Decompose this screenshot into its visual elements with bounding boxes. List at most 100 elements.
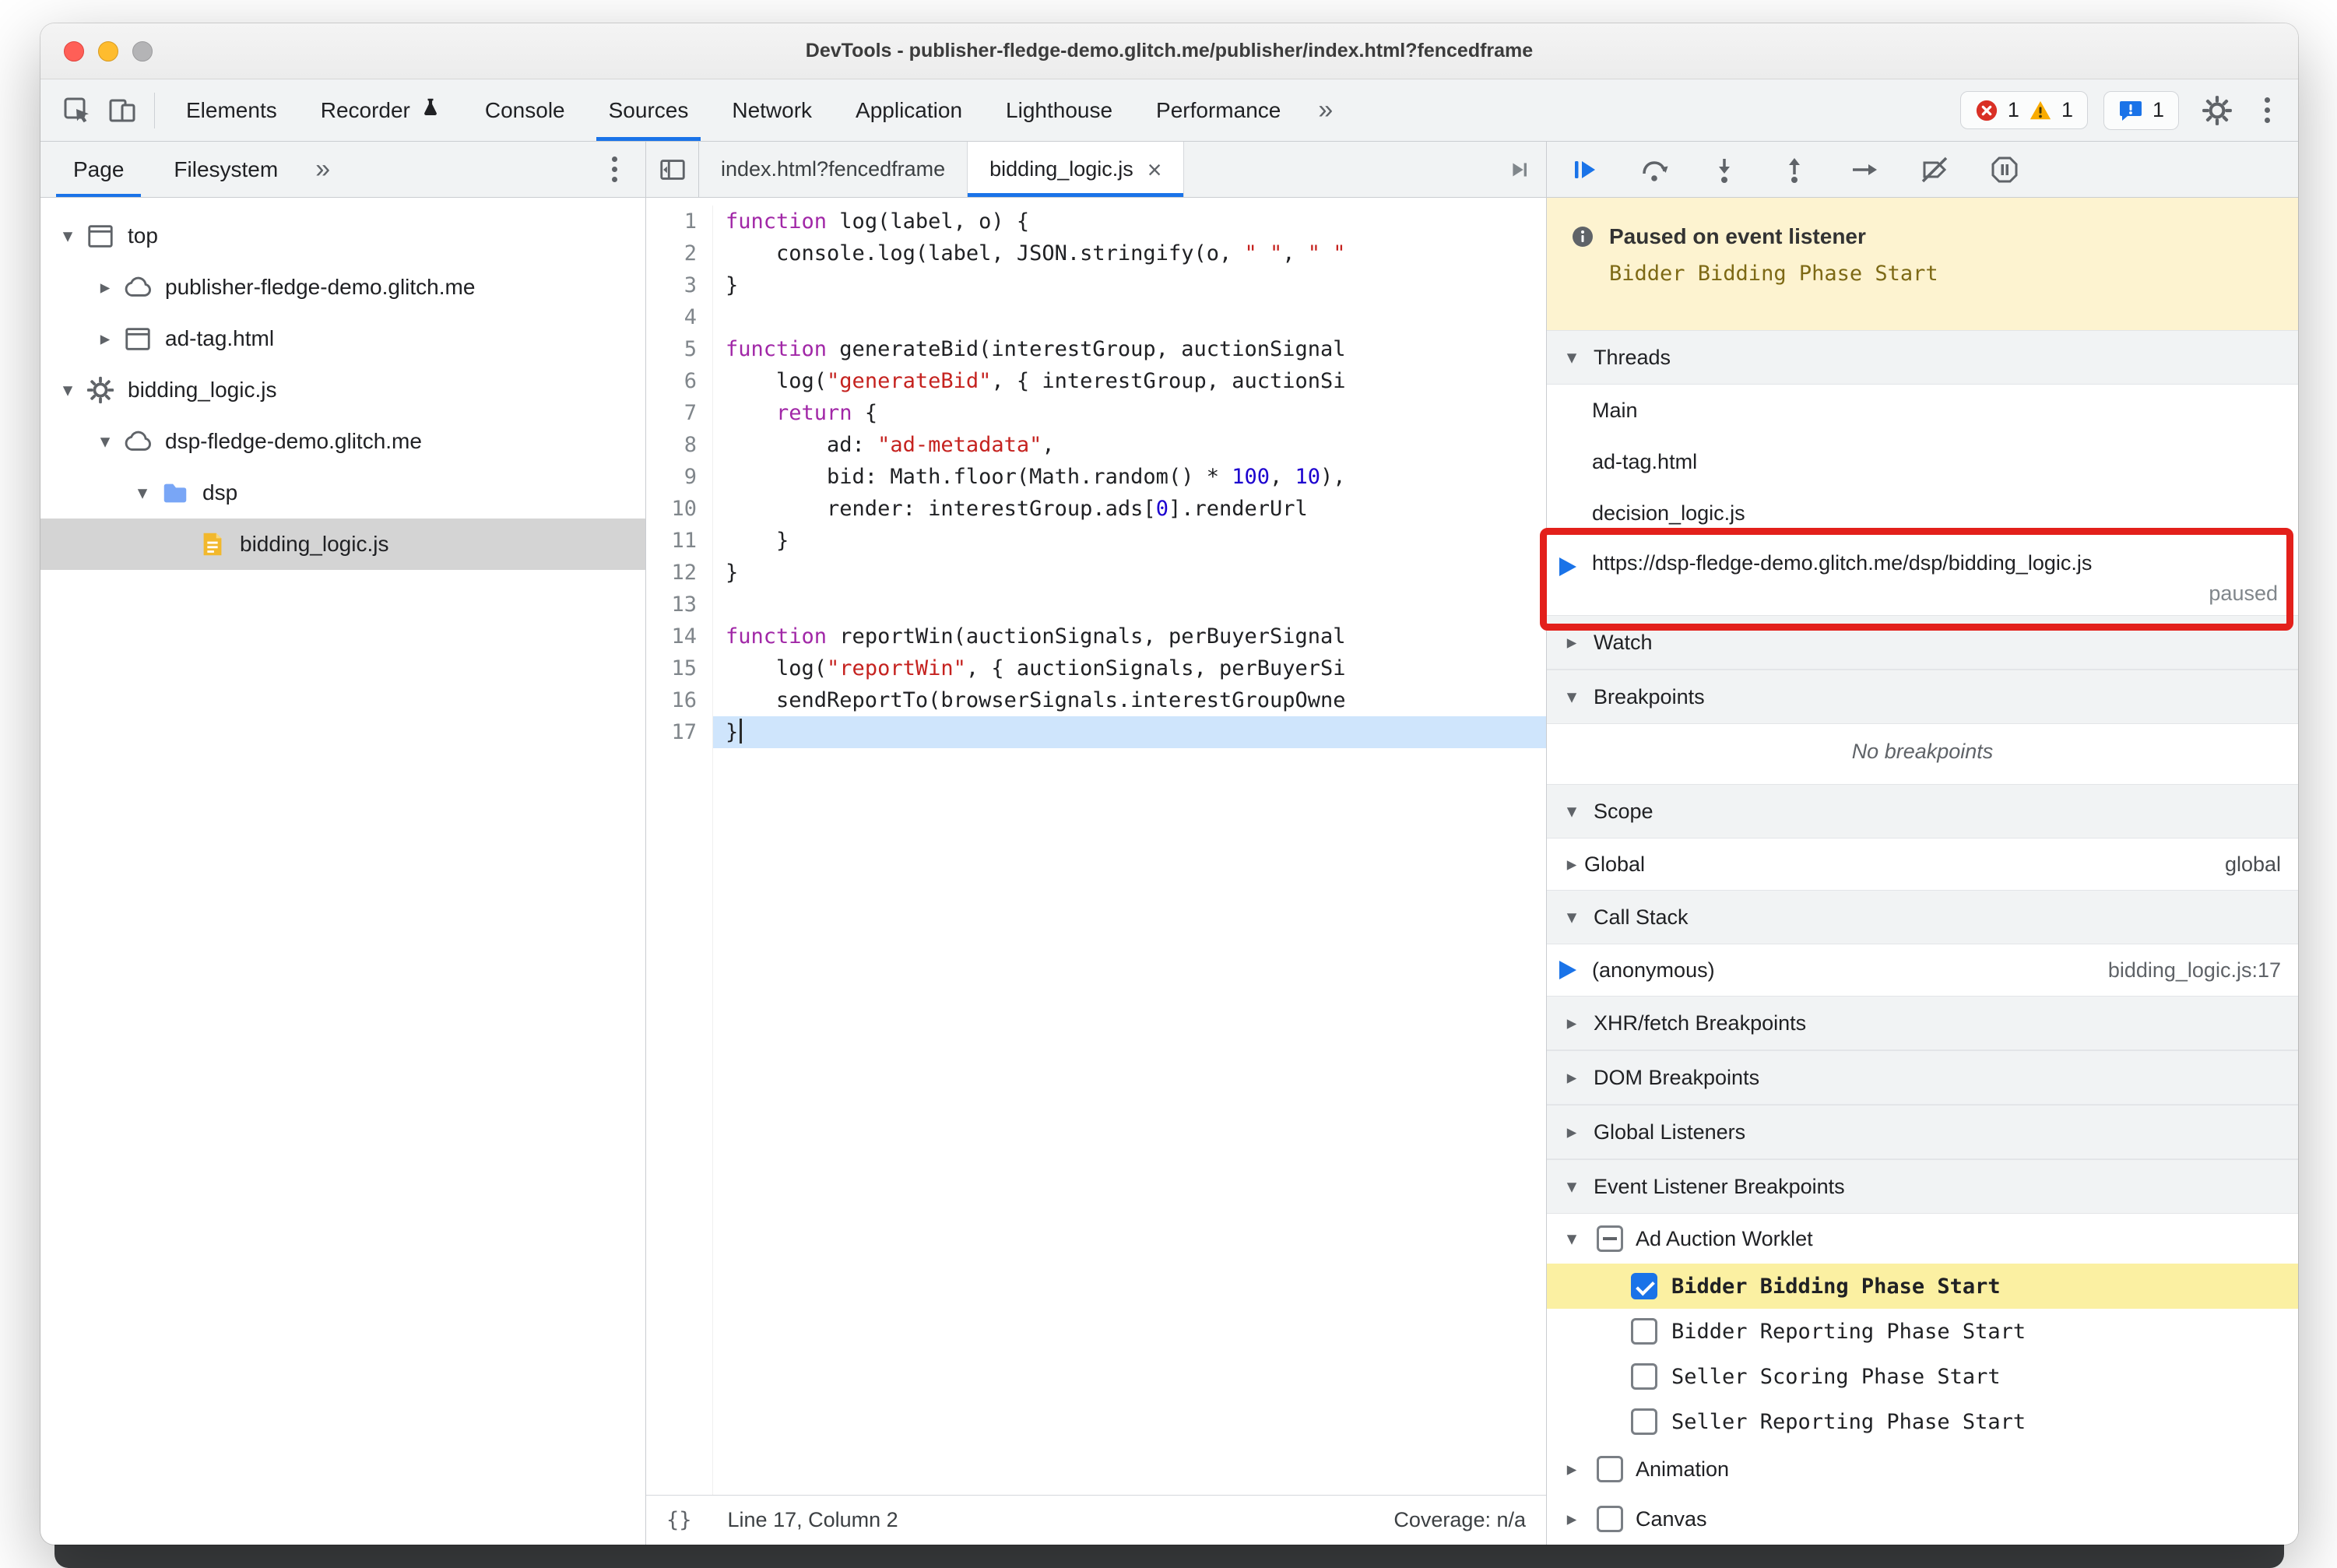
checkbox-seller-scoring-phase-start[interactable]	[1631, 1363, 1657, 1390]
code-line[interactable]: return {	[713, 397, 1546, 429]
code-line[interactable]: function reportWin(auctionSignals, perBu…	[713, 621, 1546, 652]
deactivate-breakpoints-button[interactable]	[1919, 154, 1950, 185]
code-line[interactable]: }	[713, 269, 1546, 301]
checkbox-seller-reporting-phase-start[interactable]	[1631, 1408, 1657, 1435]
navigator-tab-page[interactable]: Page	[48, 142, 149, 197]
step-into-button[interactable]	[1709, 154, 1740, 185]
errors-warnings-badge[interactable]: 1 1	[1959, 91, 2088, 129]
elb-item-seller-reporting-phase-start[interactable]: Seller Reporting Phase Start	[1547, 1399, 2298, 1444]
elb-category-animation[interactable]: ▸ Animation	[1547, 1444, 2298, 1494]
issues-badge[interactable]: 1	[2103, 90, 2179, 130]
settings-gear-icon[interactable]	[2195, 88, 2240, 133]
section-header-call-stack[interactable]: ▾ Call Stack	[1547, 890, 2298, 944]
elb-category-ad-auction-worklet[interactable]: ▾ Ad Auction Worklet	[1547, 1214, 2298, 1264]
next-editor-tab-icon[interactable]	[1504, 142, 1546, 197]
disclosure-triangle[interactable]: ▾	[51, 224, 84, 248]
inspect-element-icon[interactable]	[54, 88, 100, 133]
thread-item-ad-tag-html[interactable]: ad-tag.html	[1547, 436, 2298, 487]
tree-item-ad-tag-html[interactable]: ▸ ad-tag.html	[40, 313, 645, 364]
tab-recorder[interactable]: Recorder	[299, 79, 463, 141]
elb-item-seller-scoring-phase-start[interactable]: Seller Scoring Phase Start	[1547, 1354, 2298, 1399]
code-token: , { auctionSignals, perBuyerSi	[965, 656, 1346, 680]
checkbox-bidder-reporting-phase-start[interactable]	[1631, 1318, 1657, 1345]
tab-performance[interactable]: Performance	[1134, 79, 1302, 141]
device-toolbar-icon[interactable]	[100, 88, 145, 133]
thread-item-current[interactable]: https://dsp-fledge-demo.glitch.me/dsp/bi…	[1547, 539, 2298, 615]
code-line[interactable]: ad: "ad-metadata",	[713, 429, 1546, 461]
tree-item-publisher-fledge-demo-glitch-me[interactable]: ▸ publisher-fledge-demo.glitch.me	[40, 262, 645, 313]
section-header-breakpoints[interactable]: ▾ Breakpoints	[1547, 670, 2298, 724]
minimize-window-button[interactable]	[98, 40, 118, 62]
code-line[interactable]: sendReportTo(browserSignals.interestGrou…	[713, 684, 1546, 716]
editor-tab-bidding-logic-js[interactable]: bidding_logic.js ×	[968, 142, 1185, 197]
disclosure-triangle[interactable]: ▸	[1559, 1507, 1584, 1531]
disclosure-triangle[interactable]: ▸	[1559, 1457, 1584, 1481]
disclosure-triangle[interactable]: ▸	[89, 327, 121, 350]
more-options-kebab-icon[interactable]	[2255, 97, 2279, 123]
tab-sources[interactable]: Sources	[587, 79, 711, 141]
code-line[interactable]: function log(label, o) {	[713, 206, 1546, 237]
section-header-global-listeners[interactable]: ▸ Global Listeners	[1547, 1105, 2298, 1159]
code-line[interactable]: }	[713, 716, 1546, 748]
hide-navigator-icon[interactable]	[646, 142, 699, 197]
code-line[interactable]: }	[713, 557, 1546, 589]
close-window-button[interactable]	[64, 40, 84, 62]
tree-item-top[interactable]: ▾ top	[40, 210, 645, 262]
tab-lighthouse[interactable]: Lighthouse	[984, 79, 1134, 141]
scope-row-global[interactable]: ▸ Global global	[1547, 838, 2298, 890]
elb-category-canvas[interactable]: ▸ Canvas	[1547, 1494, 2298, 1544]
elb-item-bidder-reporting-phase-start[interactable]: Bidder Reporting Phase Start	[1547, 1309, 2298, 1354]
code-line[interactable]: }	[713, 525, 1546, 557]
pretty-print-icon[interactable]: {}	[666, 1508, 692, 1532]
code-line[interactable]	[713, 301, 1546, 333]
disclosure-triangle[interactable]: ▾	[1559, 1227, 1584, 1250]
thread-item-decision-logic-js[interactable]: decision_logic.js	[1547, 487, 2298, 539]
more-panels-chevron[interactable]: »	[1302, 95, 1348, 125]
disclosure-triangle[interactable]: ▾	[89, 430, 121, 453]
elb-item-bidder-bidding-phase-start[interactable]: Bidder Bidding Phase Start	[1547, 1264, 2298, 1309]
disclosure-triangle[interactable]: ▾	[51, 378, 84, 402]
section-header-scope[interactable]: ▾ Scope	[1547, 784, 2298, 838]
code-line[interactable]: log("generateBid", { interestGroup, auct…	[713, 365, 1546, 397]
thread-item-main[interactable]: Main	[1547, 385, 2298, 436]
tab-console[interactable]: Console	[463, 79, 587, 141]
code-line[interactable]: render: interestGroup.ads[0].renderUrl	[713, 493, 1546, 525]
section-header-threads[interactable]: ▾ Threads	[1547, 330, 2298, 385]
code-line[interactable]	[713, 589, 1546, 621]
resume-script-button[interactable]	[1569, 154, 1600, 185]
step-button[interactable]	[1849, 154, 1880, 185]
code-line[interactable]: console.log(label, JSON.stringify(o, " "…	[713, 237, 1546, 269]
editor-tab-index-html-fencedframe[interactable]: index.html?fencedframe	[699, 142, 968, 197]
section-header-event-listener-breakpoints[interactable]: ▾ Event Listener Breakpoints	[1547, 1159, 2298, 1214]
code-editor[interactable]: 1 2 3 4 5 6 7 8 9 10 11 12 13 14 15 16 17 function log(l…	[646, 198, 1546, 1495]
section-header-xhr-breakpoints[interactable]: ▸ XHR/fetch Breakpoints	[1547, 996, 2298, 1050]
step-out-button[interactable]	[1779, 154, 1810, 185]
step-over-button[interactable]	[1639, 154, 1670, 185]
code-line[interactable]: bid: Math.floor(Math.random() * 100, 10)…	[713, 461, 1546, 493]
section-header-watch[interactable]: ▸ Watch	[1547, 615, 2298, 670]
tab-network[interactable]: Network	[710, 79, 834, 141]
checkbox-bidder-bidding-phase-start[interactable]	[1631, 1273, 1657, 1299]
disclosure-triangle[interactable]: ▸	[89, 276, 121, 299]
section-header-dom-breakpoints[interactable]: ▸ DOM Breakpoints	[1547, 1050, 2298, 1105]
checkbox-animation[interactable]	[1597, 1456, 1623, 1482]
tree-item-bidding-logic-js[interactable]: bidding_logic.js	[40, 519, 645, 570]
close-tab-icon[interactable]: ×	[1147, 157, 1162, 182]
tab-elements[interactable]: Elements	[164, 79, 299, 141]
code-line[interactable]: log("reportWin", { auctionSignals, perBu…	[713, 652, 1546, 684]
tab-application[interactable]: Application	[834, 79, 984, 141]
pause-on-exceptions-button[interactable]	[1989, 154, 2020, 185]
tree-item-bidding-logic-js[interactable]: ▾ bidding_logic.js	[40, 364, 645, 416]
line-number: 1	[684, 209, 697, 234]
zoom-window-button[interactable]	[132, 40, 153, 62]
tree-item-dsp[interactable]: ▾ dsp	[40, 467, 645, 519]
navigator-tab-filesystem[interactable]: Filesystem	[149, 142, 303, 197]
call-stack-frame[interactable]: (anonymous) bidding_logic.js:17	[1547, 944, 2298, 996]
navigator-more-chevron[interactable]: »	[303, 154, 343, 185]
navigator-kebab-icon[interactable]	[603, 156, 627, 182]
checkbox-ad-auction-worklet[interactable]	[1597, 1225, 1623, 1252]
tree-item-dsp-fledge-demo-glitch-me[interactable]: ▾ dsp-fledge-demo.glitch.me	[40, 416, 645, 467]
checkbox-canvas[interactable]	[1597, 1506, 1623, 1532]
disclosure-triangle[interactable]: ▾	[126, 481, 159, 505]
code-line[interactable]: function generateBid(interestGroup, auct…	[713, 333, 1546, 365]
